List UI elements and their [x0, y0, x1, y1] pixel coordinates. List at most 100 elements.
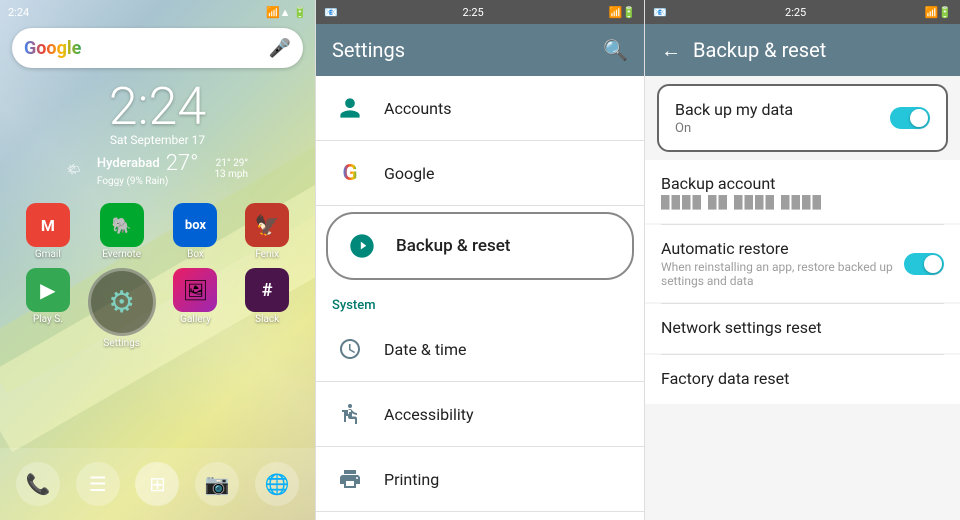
- backup-status-time: 2:25: [785, 6, 806, 19]
- auto-restore-toggle-thumb: [924, 255, 942, 273]
- backup-panel-title: Backup & reset: [693, 38, 826, 62]
- backup-status-icons: 📶🔋: [925, 6, 952, 19]
- app-slack[interactable]: # Slack: [235, 268, 299, 349]
- settings-toolbar: Settings 🔍: [316, 24, 644, 76]
- settings-panel: 📧 2:25 📶🔋 Settings 🔍 Accounts G Google B…: [315, 0, 645, 520]
- slack-icon: #: [245, 268, 289, 312]
- clock-widget: 2:24 Sat September 17: [0, 76, 315, 147]
- settings-status-time: 2:25: [463, 6, 484, 19]
- weather-icon: 🌤: [67, 163, 81, 176]
- settings-search-icon[interactable]: 🔍: [603, 38, 628, 62]
- dock-camera[interactable]: 📷: [195, 462, 239, 506]
- dock-apps[interactable]: ⊞: [135, 462, 179, 506]
- app-grid: M Gmail 🐘 Evernote box Box 🦅 Fenix ▶: [0, 195, 315, 357]
- google-search-bar[interactable]: Google 🎤: [12, 28, 303, 68]
- weather-widget: 🌤 Hyderabad 27° Foggy (9% Rain) 21° 29° …: [0, 151, 315, 187]
- fenix-icon: 🦅: [245, 203, 289, 247]
- back-button[interactable]: ←: [661, 38, 681, 63]
- app-box[interactable]: box Box: [164, 203, 228, 260]
- backup-account-item[interactable]: Backup account ████ ██ ████ ████: [645, 160, 960, 223]
- automatic-restore-toggle[interactable]: [904, 253, 944, 275]
- settings-item-datetime[interactable]: Date & time: [316, 317, 644, 382]
- box-icon: box: [173, 203, 217, 247]
- factory-reset-item[interactable]: Factory data reset: [645, 355, 960, 404]
- automatic-restore-item[interactable]: Automatic restore When reinstalling an a…: [645, 225, 960, 302]
- google-label: Google: [384, 164, 435, 183]
- slack-label: Slack: [255, 314, 279, 325]
- evernote-label: Evernote: [102, 249, 141, 260]
- home-screen: 2:24 📶▲ 🔋 Google 🎤 2:24 Sat September 17…: [0, 0, 315, 520]
- settings-fab-app[interactable]: ⚙ Settings: [88, 268, 156, 349]
- fenix-label: Fenix: [255, 249, 279, 260]
- settings-notification-icon: 📧: [324, 6, 338, 19]
- backup-account-value: ████ ██ ████ ████: [661, 195, 944, 209]
- factory-reset-title: Factory data reset: [661, 369, 944, 388]
- settings-status-icons: 📶🔋: [609, 6, 636, 19]
- settings-fab-label: Settings: [103, 338, 140, 349]
- accounts-icon: [332, 90, 368, 126]
- app-gallery[interactable]: 🖼 Gallery: [164, 268, 228, 349]
- playstore-label: Play S.: [33, 314, 63, 325]
- app-gmail[interactable]: M Gmail: [16, 203, 80, 260]
- app-playstore[interactable]: ▶ Play S.: [16, 268, 80, 349]
- weather-wind: 13 mph: [214, 169, 248, 180]
- settings-fab-icon: ⚙: [88, 268, 156, 336]
- home-time: 2:24: [8, 6, 29, 19]
- settings-list: Accounts G Google Backup & reset System …: [316, 76, 644, 520]
- accessibility-label: Accessibility: [384, 405, 474, 424]
- settings-item-systemupdates[interactable]: System updates: [316, 512, 644, 520]
- box-label: Box: [187, 249, 204, 260]
- gmail-label: Gmail: [35, 249, 61, 260]
- app-fenix[interactable]: 🦅 Fenix: [235, 203, 299, 260]
- backup-notification-icon: 📧: [653, 6, 667, 19]
- backup-icon: [344, 228, 380, 264]
- settings-panel-title: Settings: [332, 38, 603, 62]
- automatic-restore-title: Automatic restore: [661, 239, 896, 258]
- network-reset-item[interactable]: Network settings reset: [645, 304, 960, 353]
- backup-my-data-item[interactable]: Back up my data On: [657, 84, 948, 152]
- settings-item-accessibility[interactable]: Accessibility: [316, 382, 644, 447]
- gallery-icon: 🖼: [173, 268, 217, 312]
- weather-condition: Foggy (9% Rain): [97, 176, 199, 187]
- toggle-thumb: [910, 109, 928, 127]
- settings-status-bar: 📧 2:25 📶🔋: [316, 0, 644, 24]
- clock-time: 2:24: [0, 76, 315, 137]
- printing-icon: [332, 461, 368, 497]
- backup-account-title: Backup account: [661, 174, 944, 193]
- accounts-label: Accounts: [384, 99, 451, 118]
- app-evernote[interactable]: 🐘 Evernote: [88, 203, 156, 260]
- evernote-icon: 🐘: [100, 203, 144, 247]
- backup-label: Backup & reset: [396, 236, 510, 256]
- clock-date: Sat September 17: [0, 133, 315, 147]
- network-reset-title: Network settings reset: [661, 318, 944, 337]
- google-logo: Google: [24, 38, 81, 59]
- backup-my-data-toggle[interactable]: [890, 107, 930, 129]
- dock: 📞 ☰ ⊞ 📷 🌐: [0, 448, 315, 520]
- system-section-header: System: [316, 286, 644, 317]
- weather-temp: 27°: [166, 151, 199, 176]
- home-signal-icons: 📶▲ 🔋: [266, 6, 307, 19]
- google-icon: G: [332, 155, 368, 191]
- automatic-restore-desc: When reinstalling an app, restore backed…: [661, 260, 896, 288]
- backup-toolbar: ← Backup & reset: [645, 24, 960, 76]
- backup-status-bar: 📧 2:25 📶🔋: [645, 0, 960, 24]
- settings-item-google[interactable]: G Google: [316, 141, 644, 206]
- home-status-bar: 2:24 📶▲ 🔋: [0, 0, 315, 24]
- accessibility-icon: [332, 396, 368, 432]
- backup-list: Back up my data On Backup account ████ █…: [645, 76, 960, 520]
- settings-item-printing[interactable]: Printing: [316, 447, 644, 512]
- printing-label: Printing: [384, 470, 439, 489]
- playstore-icon: ▶: [26, 268, 70, 312]
- microphone-icon[interactable]: 🎤: [269, 38, 291, 59]
- dock-chrome[interactable]: 🌐: [255, 462, 299, 506]
- weather-location: Hyderabad: [97, 156, 160, 171]
- gallery-label: Gallery: [180, 314, 211, 325]
- dock-phone[interactable]: 📞: [16, 462, 60, 506]
- weather-temp-range: 21° 29°: [214, 158, 248, 169]
- datetime-icon: [332, 331, 368, 367]
- datetime-label: Date & time: [384, 340, 466, 359]
- backup-panel: 📧 2:25 📶🔋 ← Backup & reset Back up my da…: [645, 0, 960, 520]
- dock-contacts[interactable]: ☰: [76, 462, 120, 506]
- settings-item-accounts[interactable]: Accounts: [316, 76, 644, 141]
- settings-item-backup[interactable]: Backup & reset: [326, 212, 634, 280]
